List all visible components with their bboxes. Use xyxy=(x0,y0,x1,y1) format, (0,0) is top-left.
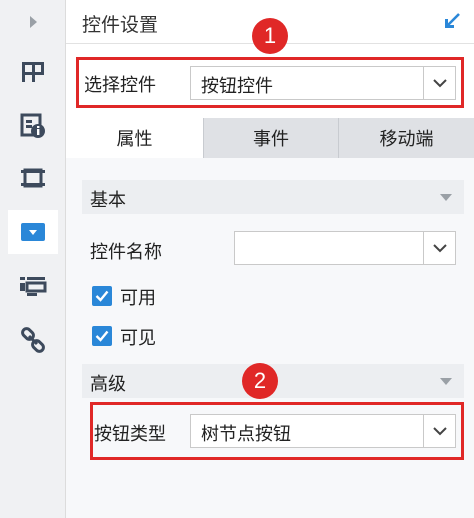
enabled-checkbox[interactable] xyxy=(92,286,112,306)
caret-down-icon xyxy=(440,378,452,385)
chevron-down-icon xyxy=(432,78,447,87)
dropdown-arrow-button[interactable] xyxy=(423,415,455,447)
rail-link-button[interactable] xyxy=(8,318,58,362)
visible-checkbox[interactable] xyxy=(92,326,112,346)
collapse-arrow-icon[interactable] xyxy=(442,11,462,31)
widget-name-field[interactable] xyxy=(234,231,456,265)
button-type-value: 树节点按钮 xyxy=(201,424,291,445)
button-type-label: 按钮类型 xyxy=(94,424,166,445)
rail-frame-button[interactable] xyxy=(8,156,58,200)
left-icon-rail xyxy=(0,0,66,518)
link-icon xyxy=(21,327,45,353)
section-basic-header[interactable]: 基本 xyxy=(82,180,464,214)
rail-list-widget-button[interactable] xyxy=(8,264,58,308)
checkmark-icon xyxy=(95,330,109,342)
checkmark-icon xyxy=(95,290,109,302)
panel-title: 控件设置 xyxy=(82,14,159,36)
tab-properties[interactable]: 属性 xyxy=(66,118,203,158)
section-basic-title: 基本 xyxy=(90,190,126,211)
button-type-dropdown[interactable]: 树节点按钮 xyxy=(190,414,456,448)
step-badge-2: 2 xyxy=(242,363,278,399)
rail-widget-info-button[interactable] xyxy=(8,104,58,148)
visible-label: 可见 xyxy=(120,328,156,349)
chevron-down-icon xyxy=(432,426,447,435)
settings-tabs: 属性 事件 移动端 xyxy=(66,118,474,158)
tab-mobile[interactable]: 移动端 xyxy=(339,118,474,158)
layout-icon xyxy=(22,62,44,82)
chevron-down-icon xyxy=(432,243,447,252)
tab-events[interactable]: 事件 xyxy=(204,118,338,158)
widget-select-dropdown[interactable]: 按钮控件 xyxy=(190,66,456,100)
dropdown-arrow-button[interactable] xyxy=(423,67,455,99)
widget-name-label: 控件名称 xyxy=(90,242,162,263)
frame-icon xyxy=(21,168,45,188)
widget-select-value: 按钮控件 xyxy=(201,76,273,97)
caret-down-icon xyxy=(440,194,452,201)
enabled-label: 可用 xyxy=(120,288,156,309)
rail-widget-settings-button[interactable] xyxy=(8,210,58,254)
widget-settings-panel: 控件设置 1 选择控件 按钮控件 属性 事件 移动端 基本 控件名称 可用 可见… xyxy=(66,0,474,518)
expand-panel-button[interactable] xyxy=(8,0,58,44)
list-widget-icon xyxy=(20,277,47,296)
section-advanced-title: 高级 xyxy=(90,374,126,395)
select-widget-label: 选择控件 xyxy=(84,75,156,96)
widget-info-icon xyxy=(20,113,45,138)
rail-layout-button[interactable] xyxy=(8,50,58,94)
expand-arrow-icon xyxy=(30,16,37,28)
step-badge-1: 1 xyxy=(252,18,288,54)
widget-name-dropdown-button[interactable] xyxy=(423,232,455,264)
widget-dropdown-icon xyxy=(21,223,45,241)
